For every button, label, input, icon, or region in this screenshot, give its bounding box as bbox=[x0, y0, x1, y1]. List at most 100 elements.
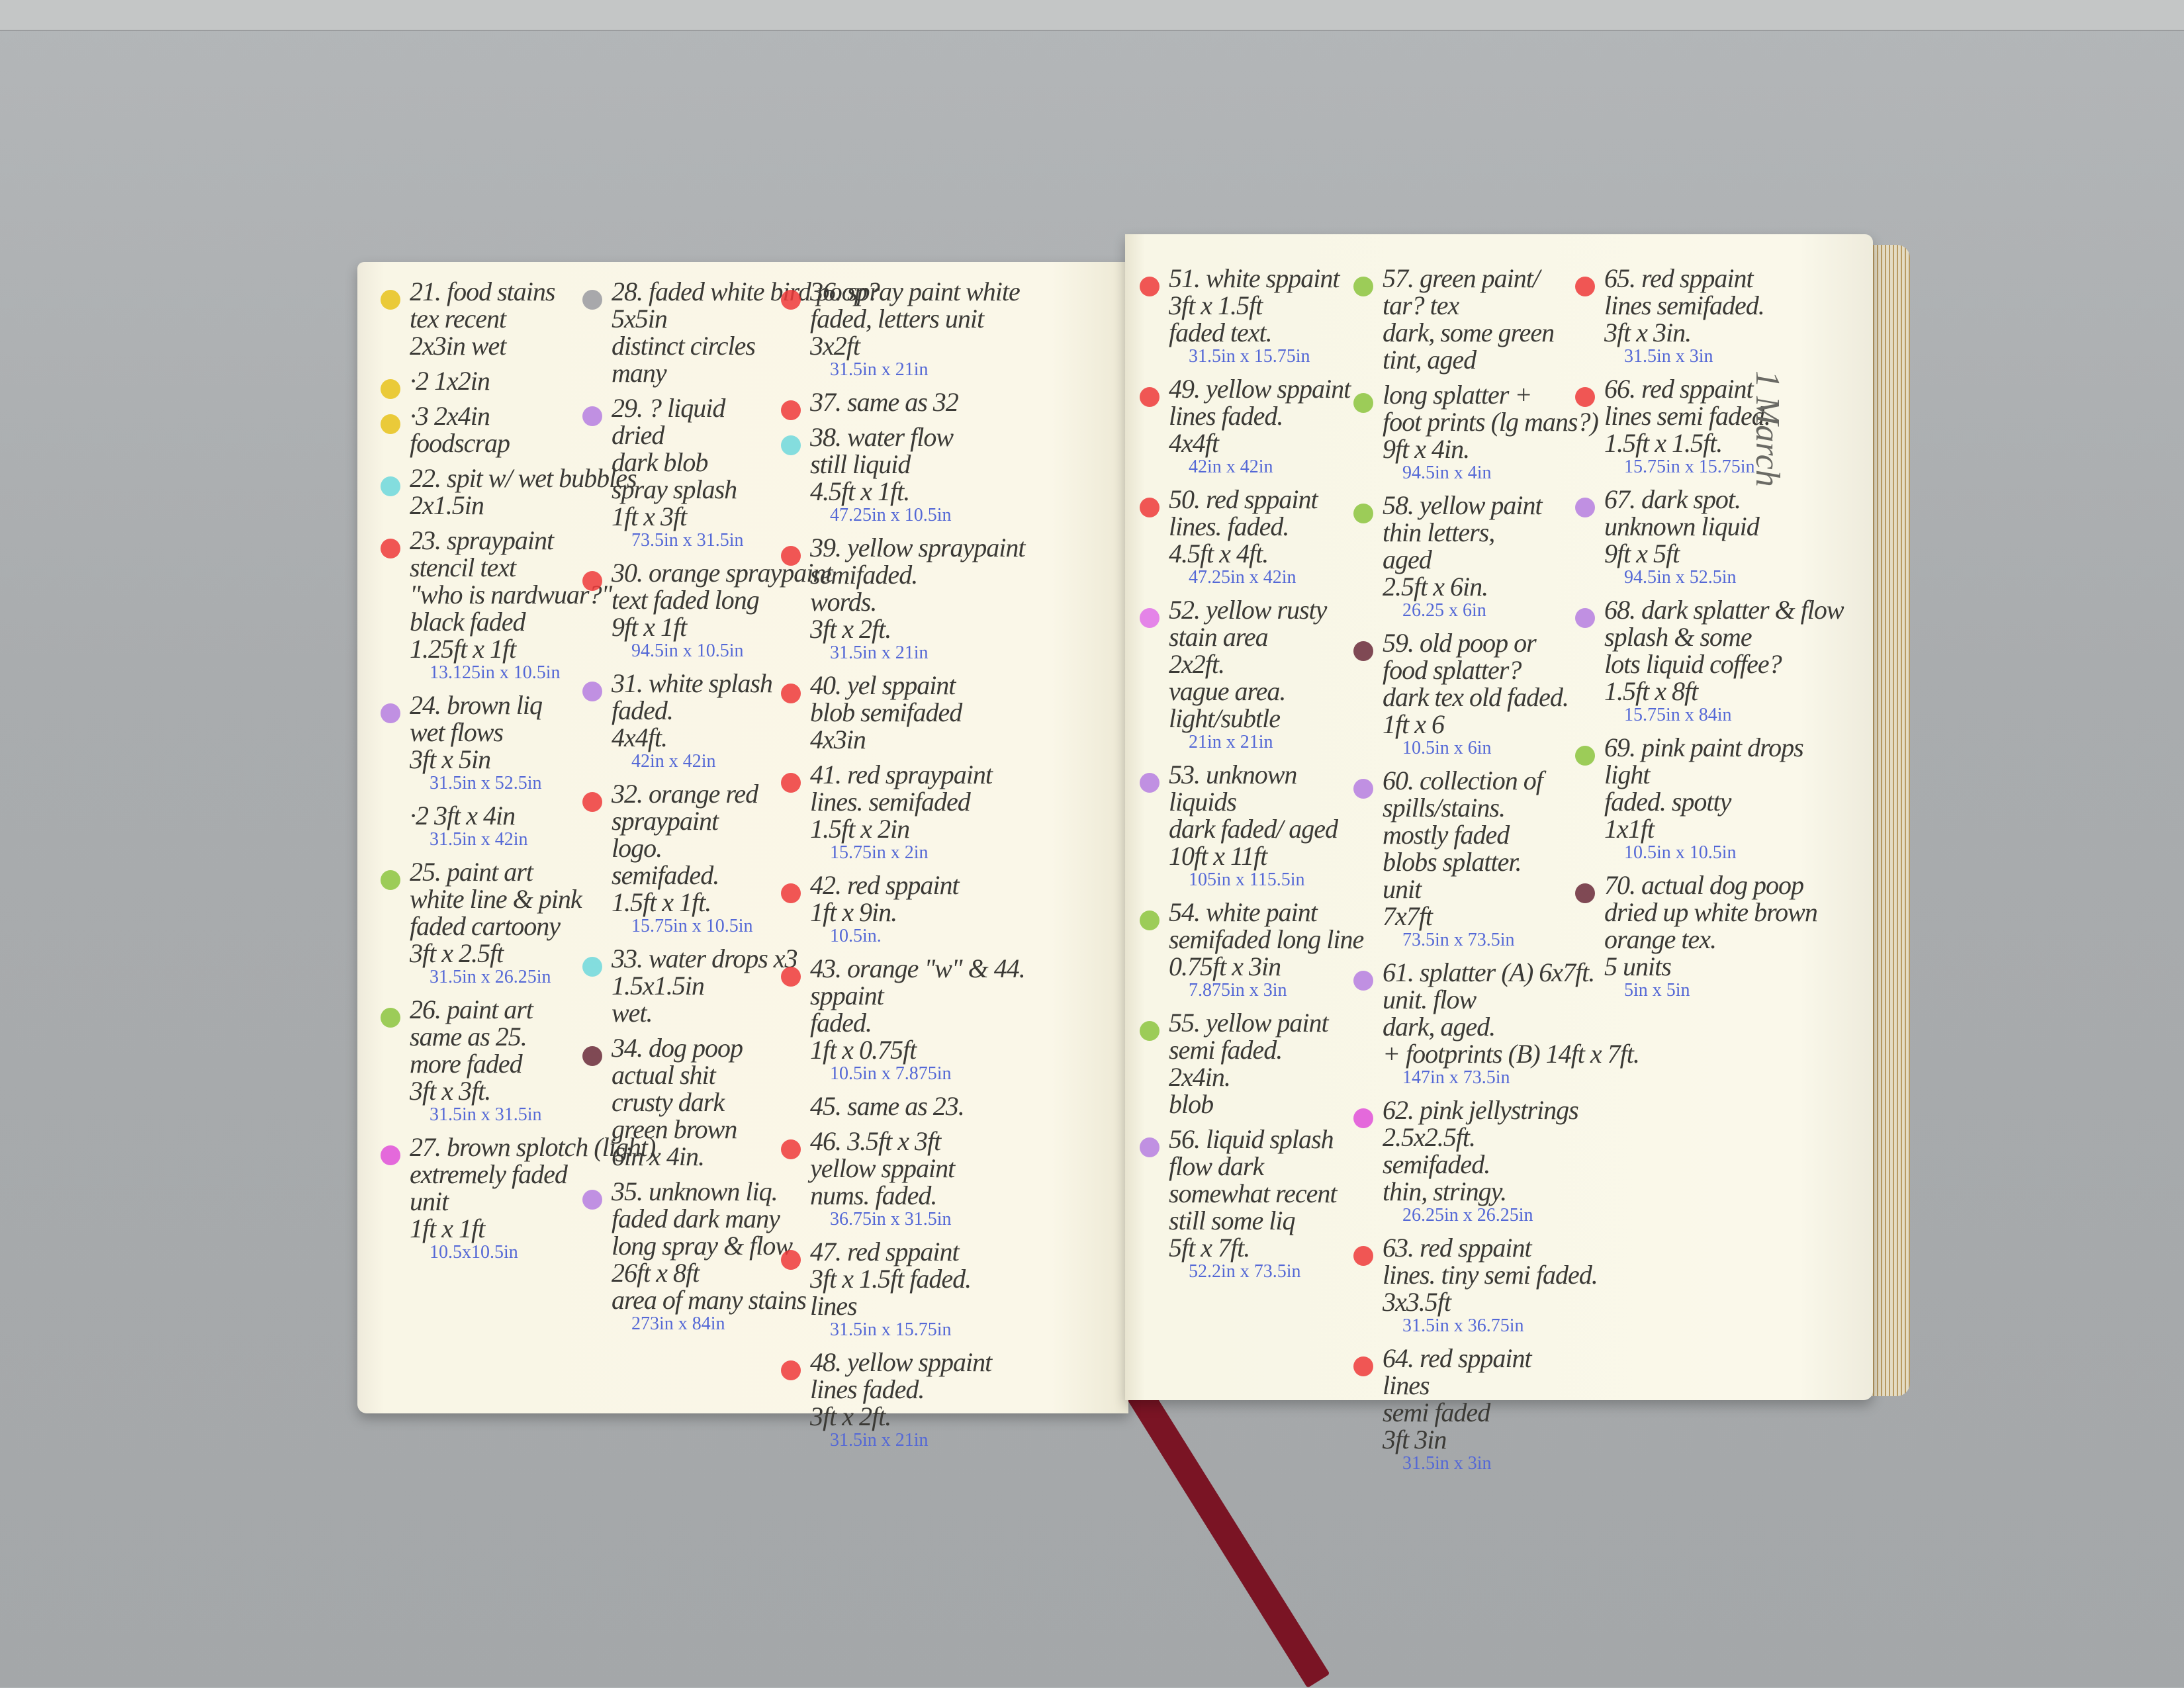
entry-text: stencil text bbox=[410, 553, 516, 582]
color-dot-red bbox=[781, 1139, 801, 1159]
color-dot-pink bbox=[1140, 608, 1160, 628]
entry-text: 1.5ft x 2in bbox=[810, 814, 910, 844]
measurement-inches: 21in x 21in bbox=[1189, 732, 1273, 752]
entry-text: faded. spotty bbox=[1604, 787, 1731, 817]
entry-text: somewhat recent bbox=[1169, 1178, 1337, 1208]
measurement-inches: 13.125in x 10.5in bbox=[430, 662, 561, 683]
entry-text: 1ft x 1ft bbox=[410, 1214, 485, 1243]
entry-text: 32. orange red bbox=[612, 779, 758, 809]
entry-text: 31. white splash bbox=[612, 668, 773, 698]
entry-text: 45. same as 23. bbox=[810, 1091, 965, 1121]
entry-text: 67. dark spot. bbox=[1604, 484, 1741, 514]
entry-text: 36. spray paint white bbox=[810, 277, 1021, 306]
entry-text: 3ft x 1.5ft bbox=[1169, 290, 1263, 320]
entry-text: 3x3.5ft bbox=[1383, 1287, 1451, 1317]
entry-text: semifaded. bbox=[810, 560, 918, 590]
log-entry: 21. food stains tex recent 2x3in wet bbox=[381, 278, 586, 359]
entry-text: 2x1.5in bbox=[410, 490, 484, 520]
entry-text: 9ft x 4in. bbox=[1383, 434, 1470, 464]
entry-text: splash & some bbox=[1604, 622, 1752, 652]
log-entry: 35. unknown liq. faded dark many long spra… bbox=[582, 1178, 807, 1335]
entry-text: 26. paint art bbox=[410, 995, 533, 1024]
entry-text: 2x2ft. bbox=[1169, 649, 1225, 679]
entry-text: wet. bbox=[612, 998, 653, 1028]
entry-text: actual shit bbox=[612, 1060, 716, 1090]
entry-text: distinct circles bbox=[612, 331, 756, 361]
log-entry: ·3 2x4in foodscrap bbox=[381, 402, 586, 457]
color-dot-cyan bbox=[381, 476, 400, 496]
entry-text: lines faded. bbox=[810, 1374, 925, 1404]
log-entry: 52. yellow rusty stain area 2x2ft. vague ar… bbox=[1140, 596, 1345, 753]
entry-text: wet flows bbox=[410, 717, 504, 747]
entry-text: liquids bbox=[1169, 787, 1237, 817]
log-entry: 24. brown liq wet flows 3ft x 5in 31.5in x … bbox=[381, 691, 586, 794]
entry-text: + footprints (B) 14ft x 7ft. bbox=[1383, 1039, 1640, 1069]
entry-text: 64. red sppaint bbox=[1383, 1343, 1532, 1373]
log-entry: 30. orange spraypaint text faded long 9ft … bbox=[582, 559, 833, 662]
entry-text: 63. red sppaint bbox=[1383, 1233, 1532, 1263]
entry-text: 23. spraypaint bbox=[410, 525, 554, 555]
entry-text: spray splash bbox=[612, 474, 737, 504]
entry-text: blob semifaded bbox=[810, 697, 962, 727]
entry-text: ·2 3ft x 4in bbox=[410, 801, 516, 830]
log-entry: 38. water flow still liquid 4.5ft x 1ft. 47… bbox=[781, 423, 986, 526]
entry-text: 4x4ft. bbox=[612, 723, 668, 752]
entry-text: 1.25ft x 1ft bbox=[410, 634, 516, 664]
log-entry: 46. 3.5ft x 3ft yellow sppaint nums. faded… bbox=[781, 1128, 986, 1230]
entry-text: ·2 1x2in bbox=[410, 366, 490, 396]
color-dot-red bbox=[1140, 387, 1160, 407]
color-dot-green bbox=[381, 1008, 400, 1028]
entry-text: 4.5ft x 4ft. bbox=[1169, 539, 1269, 568]
entry-text: semifaded. bbox=[1383, 1149, 1490, 1179]
measurement-inches: 31.5in x 3in bbox=[1624, 346, 1713, 367]
color-dot-red bbox=[582, 571, 602, 591]
entry-text: 3ft x 2ft. bbox=[810, 1401, 891, 1431]
log-entry: 42. red sppaint 1ft x 9in. 10.5in. bbox=[781, 871, 986, 947]
color-dot-red bbox=[1140, 277, 1160, 296]
measurement-inches: 31.5in x 42in bbox=[430, 829, 528, 850]
bookmark-ribbon bbox=[1125, 1382, 1330, 1688]
measurement-inches: 10.5x10.5in bbox=[430, 1242, 518, 1263]
entry-text: lines bbox=[1383, 1370, 1430, 1400]
entry-text: unknown liquid bbox=[1604, 511, 1760, 541]
color-dot-brown bbox=[582, 1046, 602, 1066]
log-entry: 22. spit w/ wet bubbles 2x1.5in bbox=[381, 465, 637, 520]
entry-text: 56. liquid splash bbox=[1169, 1124, 1334, 1154]
measurement-inches: 36.75in x 31.5in bbox=[830, 1209, 952, 1229]
entry-text: 5x5in bbox=[612, 304, 668, 333]
entry-text: dried bbox=[612, 420, 664, 450]
color-dot-purple bbox=[1575, 608, 1595, 628]
color-dot-yellow bbox=[381, 414, 400, 434]
measurement-inches: 31.5in x 26.25in bbox=[430, 967, 551, 987]
entry-text: black faded bbox=[410, 607, 526, 637]
log-column-3: 36. spray paint white faded, letters unit… bbox=[781, 277, 1026, 1459]
entry-text: 1ft x 3ft bbox=[612, 502, 687, 531]
color-dot-red bbox=[781, 883, 801, 903]
entry-text: foodscrap bbox=[410, 428, 510, 458]
entry-text: 1.5ft x 8ft bbox=[1604, 676, 1698, 706]
color-dot-brown bbox=[1575, 883, 1595, 903]
color-dot-green bbox=[1140, 911, 1160, 930]
entry-text: foot prints (lg mans?) bbox=[1383, 407, 1599, 437]
entry-text: 51. white sppaint bbox=[1169, 263, 1340, 293]
log-column-2: 28. faded white bird poop? 5x5in distinct … bbox=[582, 278, 880, 1343]
color-dot-green bbox=[1575, 746, 1595, 766]
log-entry: 53. unknown liquids dark faded/ aged 10ft x… bbox=[1140, 761, 1345, 891]
measurement-inches: 31.5in x 21in bbox=[830, 1430, 929, 1450]
measurement-inches: 31.5in x 15.75in bbox=[830, 1319, 952, 1340]
color-dot-green bbox=[1353, 504, 1373, 523]
measurement-inches: 31.5in x 21in bbox=[830, 643, 929, 663]
log-entry: 62. pink jellystrings 2.5x2.5ft. semifaded… bbox=[1353, 1096, 1579, 1226]
entry-text: 49. yellow sppaint bbox=[1169, 374, 1351, 404]
entry-text: 54. white paint bbox=[1169, 897, 1318, 927]
entry-text: 29. ? liquid bbox=[612, 393, 725, 423]
entry-text: 25. paint art bbox=[410, 857, 533, 887]
log-entry: 63. red sppaint lines. tiny semi faded. 3x… bbox=[1353, 1233, 1598, 1337]
entry-text: light bbox=[1604, 760, 1650, 789]
measurement-inches: 42in x 42in bbox=[1189, 457, 1273, 477]
measurement-inches: 10.5in x 7.875in bbox=[830, 1063, 952, 1084]
entry-text: 55. yellow paint bbox=[1169, 1008, 1329, 1038]
entry-text: "who is nardwuar?" bbox=[410, 580, 612, 609]
measurement-inches: 47.25in x 42in bbox=[1189, 567, 1297, 588]
entry-text: dark, aged. bbox=[1383, 1012, 1496, 1042]
